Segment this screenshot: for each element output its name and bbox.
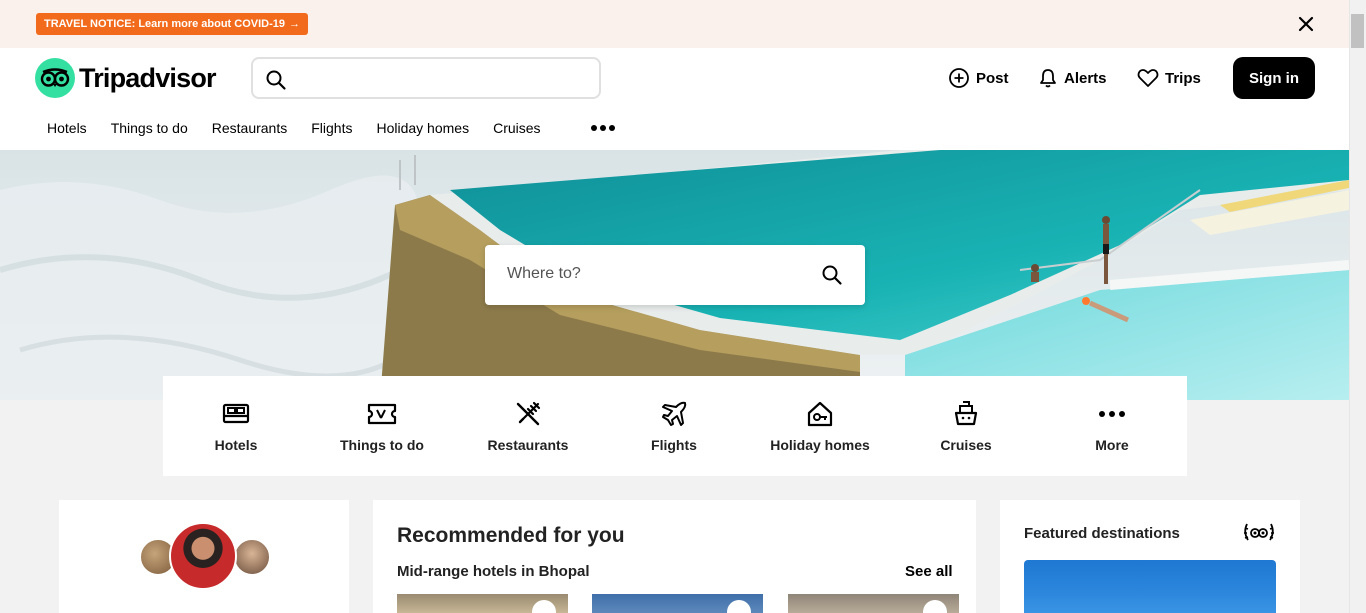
traveler-avatars <box>139 522 271 590</box>
category-label: Holiday homes <box>770 437 870 453</box>
category-hotels[interactable]: Hotels <box>163 376 309 476</box>
category-label: Flights <box>651 437 697 453</box>
close-icon[interactable] <box>1296 14 1316 34</box>
travel-notice-bar: TRAVEL NOTICE: Learn more about COVID-19… <box>0 0 1349 48</box>
tripadvisor-logo[interactable]: Tripadvisor <box>35 58 217 98</box>
save-heart-icon[interactable] <box>532 600 556 613</box>
featured-destinations-card: Featured destinations <box>1000 500 1300 613</box>
nav-item-restaurants[interactable]: Restaurants <box>212 120 287 136</box>
search-icon[interactable] <box>821 264 843 286</box>
travel-notice-link[interactable]: TRAVEL NOTICE: Learn more about COVID-19… <box>36 13 309 35</box>
featured-title: Featured destinations <box>1024 525 1180 542</box>
fork-knife-icon <box>513 399 543 429</box>
recommended-title: Recommended for you <box>397 524 625 547</box>
search-icon <box>266 70 286 90</box>
page-scrollbar[interactable] <box>1349 0 1366 613</box>
hotel-card-thumbnail[interactable] <box>397 594 568 613</box>
post-button[interactable]: Post <box>948 66 1009 90</box>
where-to-input[interactable] <box>507 260 807 288</box>
ticket-icon <box>367 399 397 429</box>
more-dots-icon <box>1097 399 1127 429</box>
owl-logo-icon <box>35 58 75 98</box>
hotel-card-thumbnail[interactable] <box>592 594 763 613</box>
trips-label: Trips <box>1165 69 1201 87</box>
save-heart-icon[interactable] <box>923 600 947 613</box>
category-things-to-do[interactable]: Things to do <box>309 376 455 476</box>
category-label: Things to do <box>340 437 424 453</box>
hero-search-box[interactable] <box>485 245 865 305</box>
avatar <box>169 522 237 590</box>
alerts-button[interactable]: Alerts <box>1038 66 1107 90</box>
more-dots-icon[interactable] <box>590 125 615 131</box>
arrow-right-icon: → <box>289 18 301 30</box>
see-all-link[interactable]: See all <box>905 563 953 580</box>
bed-icon <box>221 399 251 429</box>
header-search-input[interactable] <box>293 65 583 91</box>
category-more[interactable]: More <box>1039 376 1185 476</box>
plane-icon <box>659 399 689 429</box>
community-card <box>59 500 349 613</box>
alerts-label: Alerts <box>1064 69 1107 87</box>
hotel-card-thumbnail[interactable] <box>788 594 959 613</box>
sign-in-button[interactable]: Sign in <box>1233 57 1315 99</box>
plus-circle-icon <box>949 68 969 88</box>
save-heart-icon[interactable] <box>727 600 751 613</box>
category-holiday-homes[interactable]: Holiday homes <box>747 376 893 476</box>
travelers-choice-laurel-icon <box>1244 523 1274 541</box>
main-nav: Hotels Things to do Restaurants Flights … <box>47 118 615 138</box>
category-label: Restaurants <box>487 437 569 453</box>
recommended-subtitle: Mid-range hotels in Bhopal <box>397 563 590 580</box>
category-restaurants[interactable]: Restaurants <box>455 376 601 476</box>
category-flights[interactable]: Flights <box>601 376 747 476</box>
category-cruises[interactable]: Cruises <box>893 376 1039 476</box>
nav-item-things-to-do[interactable]: Things to do <box>111 120 188 136</box>
avatar <box>233 538 271 576</box>
trips-button[interactable]: Trips <box>1137 66 1201 90</box>
featured-destination-image[interactable] <box>1024 560 1276 613</box>
category-label: More <box>1095 437 1129 453</box>
logo-wordmark: Tripadvisor <box>79 62 217 93</box>
category-label: Cruises <box>940 437 992 453</box>
site-header: Tripadvisor Post Alerts Trips Sign in Ho… <box>0 48 1349 150</box>
nav-item-flights[interactable]: Flights <box>311 120 352 136</box>
recommended-card: Recommended for you Mid-range hotels in … <box>373 500 976 613</box>
nav-item-hotels[interactable]: Hotels <box>47 120 87 136</box>
ship-icon <box>951 399 981 429</box>
header-search-box[interactable] <box>251 57 601 99</box>
category-label: Hotels <box>214 437 258 453</box>
hero-banner <box>0 150 1349 400</box>
nav-item-holiday-homes[interactable]: Holiday homes <box>376 120 469 136</box>
travel-notice-label: TRAVEL NOTICE: Learn more about COVID-19 <box>44 18 286 30</box>
scrollbar-thumb[interactable] <box>1351 14 1364 48</box>
nav-item-cruises[interactable]: Cruises <box>493 120 540 136</box>
category-bar: Hotels Things to do Restaurants Flights … <box>163 376 1187 476</box>
post-label: Post <box>976 69 1009 87</box>
heart-icon <box>1137 69 1159 87</box>
house-key-icon <box>805 399 835 429</box>
bell-icon <box>1040 69 1056 88</box>
